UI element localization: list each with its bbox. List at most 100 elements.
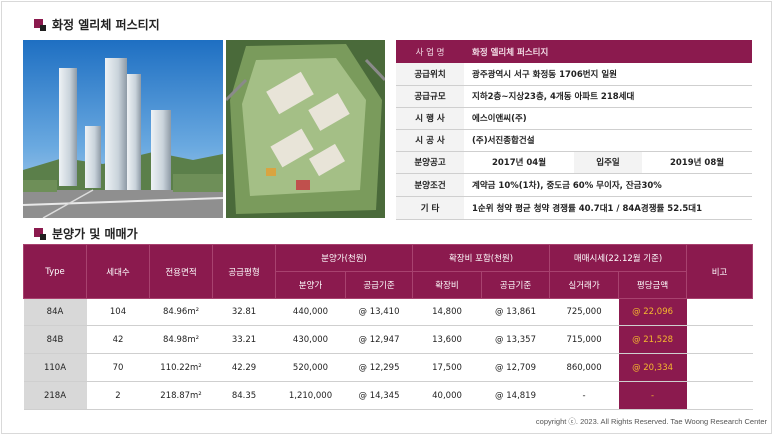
project-title: 화정 엘리체 퍼스티지 [52,18,160,32]
cell-ext-cost: 40,000 [412,381,482,410]
info-row-terms: 분양조건 계약금 10%(1차), 중도금 60% 무이자, 잔금30% [396,173,753,197]
cell-type: 84B [23,325,87,354]
info-row-sale-date: 분양공고 2017년 04월 입주일 2019년 08월 [396,151,753,174]
building-photo [23,40,223,218]
cell-pyeong: 33.21 [212,325,276,354]
info-row-developer: 시 행 사 에스이앤씨(주) [396,107,753,130]
col-header-units: 세대수 [86,244,150,299]
section-marker-icon [34,18,46,31]
info-value: 화정 엘리체 퍼스티지 [464,40,753,63]
info-value: 2019년 08월 [642,151,753,174]
info-row-project-name: 사 업 명 화정 엘리체 퍼스티지 [396,40,753,63]
cell-market-price: 725,000 [549,298,619,326]
cell-note [686,325,753,354]
cell-market-unit: @ 21,528 [618,325,687,354]
col-group-sale: 분양가(천원) [274,244,414,272]
prices-title: 분양가 및 매매가 [52,227,138,241]
info-row-etc: 기 타 1순위 청약 평균 청약 경쟁률 40.7대1 / 84A경쟁률 52.… [396,196,753,220]
cell-pyeong: 42.29 [212,353,276,382]
cell-units: 104 [86,298,150,326]
cell-units: 70 [86,353,150,382]
cell-market-unit: @ 20,334 [618,353,687,382]
cell-units: 2 [86,381,150,410]
cell-sale-price: 440,000 [275,298,346,326]
cell-sale-unit: @ 14,345 [345,381,413,410]
cell-type: 84A [23,298,87,326]
cell-units: 42 [86,325,150,354]
info-value: 지하2층~지상23층, 4개동 아파트 218세대 [464,85,753,108]
col-header-ext-cost: 확장비 [412,271,483,299]
cell-type: 218A [23,381,87,410]
cell-sale-price: 520,000 [275,353,346,382]
cell-note [686,298,753,326]
info-label: 입주일 [574,151,642,174]
info-value: 2017년 04월 [464,151,574,174]
col-header-market-unit: 평당금액 [618,271,688,299]
cell-market-price: 715,000 [549,325,619,354]
info-value: 에스이앤씨(주) [464,107,753,130]
info-label: 기 타 [396,196,464,220]
cell-ext-unit: @ 14,819 [481,381,550,410]
col-header-pyeong: 공급평형 [212,244,276,299]
cell-ext-unit: @ 13,861 [481,298,550,326]
col-header-note: 비고 [686,244,754,299]
col-header-area: 전용면적 [149,244,213,299]
price-table: Type 세대수 전용면적 공급평형 분양가(천원) 확장비 포함(천원) 매매… [23,244,754,410]
cell-market-unit: - [618,381,687,410]
cell-ext-unit: @ 13,357 [481,325,550,354]
section-title-project: 화정 엘리체 퍼스티지 [34,16,160,33]
cell-market-price: 860,000 [549,353,619,382]
cell-market-unit: @ 22,096 [618,298,687,326]
cell-ext-cost: 14,800 [412,298,482,326]
info-value: 계약금 10%(1차), 중도금 60% 무이자, 잔금30% [464,173,753,197]
cell-sale-price: 430,000 [275,325,346,354]
col-header-sale-unit: 공급기준 [344,271,414,299]
cell-ext-cost: 17,500 [412,353,482,382]
cell-note [686,381,753,410]
info-label: 시 공 사 [396,129,464,152]
col-group-ext: 확장비 포함(천원) [412,244,551,272]
cell-sale-price: 1,210,000 [275,381,346,410]
info-value: (주)서진종합건설 [464,129,753,152]
info-label: 공급위치 [396,63,464,86]
section-marker-icon [34,227,46,240]
cell-area: 110.22m² [149,353,213,382]
info-value: 광주광역시 서구 화정동 1706번지 일원 [464,63,753,86]
cell-market-price: - [549,381,619,410]
info-label: 시 행 사 [396,107,464,130]
info-row-location: 공급위치 광주광역시 서구 화정동 1706번지 일원 [396,63,753,86]
info-label: 분양조건 [396,173,464,197]
info-label: 사 업 명 [396,40,464,63]
col-header-type: Type [23,244,87,299]
cell-type: 110A [23,353,87,382]
cell-area: 84.98m² [149,325,213,354]
project-info-table: 사 업 명 화정 엘리체 퍼스티지 공급위치 광주광역시 서구 화정동 1706… [396,40,753,220]
info-value: 1순위 청약 평균 청약 경쟁률 40.7대1 / 84A경쟁률 52.5대1 [464,196,753,220]
section-title-prices: 분양가 및 매매가 [34,225,138,242]
footer-copyright: copyright ⓒ. 2023. All Rights Reserved. … [535,417,767,426]
info-row-builder: 시 공 사 (주)서진종합건설 [396,129,753,152]
header-row-group: Type 세대수 전용면적 공급평형 분양가(천원) 확장비 포함(천원) 매매… [23,244,754,299]
cell-ext-unit: @ 12,709 [481,353,550,382]
cell-note [686,353,753,382]
site-plan-image [226,40,385,218]
col-group-market: 매매시세(22.12월 기준) [549,244,688,272]
cell-sale-unit: @ 12,295 [345,353,413,382]
col-header-market-price: 실거래가 [549,271,620,299]
cell-area: 84.96m² [149,298,213,326]
cell-pyeong: 84.35 [212,381,276,410]
cell-sale-unit: @ 13,410 [345,298,413,326]
col-header-sale-price: 분양가 [275,271,346,299]
table-row: 84B 42 84.98m² 33.21 430,000 @ 12,947 13… [23,325,753,354]
info-row-scale: 공급규모 지하2층~지상23층, 4개동 아파트 218세대 [396,85,753,108]
cell-ext-cost: 13,600 [412,325,482,354]
info-label: 공급규모 [396,85,464,108]
col-header-ext-unit: 공급기준 [481,271,551,299]
table-row: 84A 104 84.96m² 32.81 440,000 @ 13,410 1… [23,298,753,326]
info-label: 분양공고 [396,151,464,174]
cell-pyeong: 32.81 [212,298,276,326]
table-row: 218A 2 218.87m² 84.35 1,210,000 @ 14,345… [23,381,753,410]
cell-area: 218.87m² [149,381,213,410]
table-row: 110A 70 110.22m² 42.29 520,000 @ 12,295 … [23,353,753,382]
cell-sale-unit: @ 12,947 [345,325,413,354]
